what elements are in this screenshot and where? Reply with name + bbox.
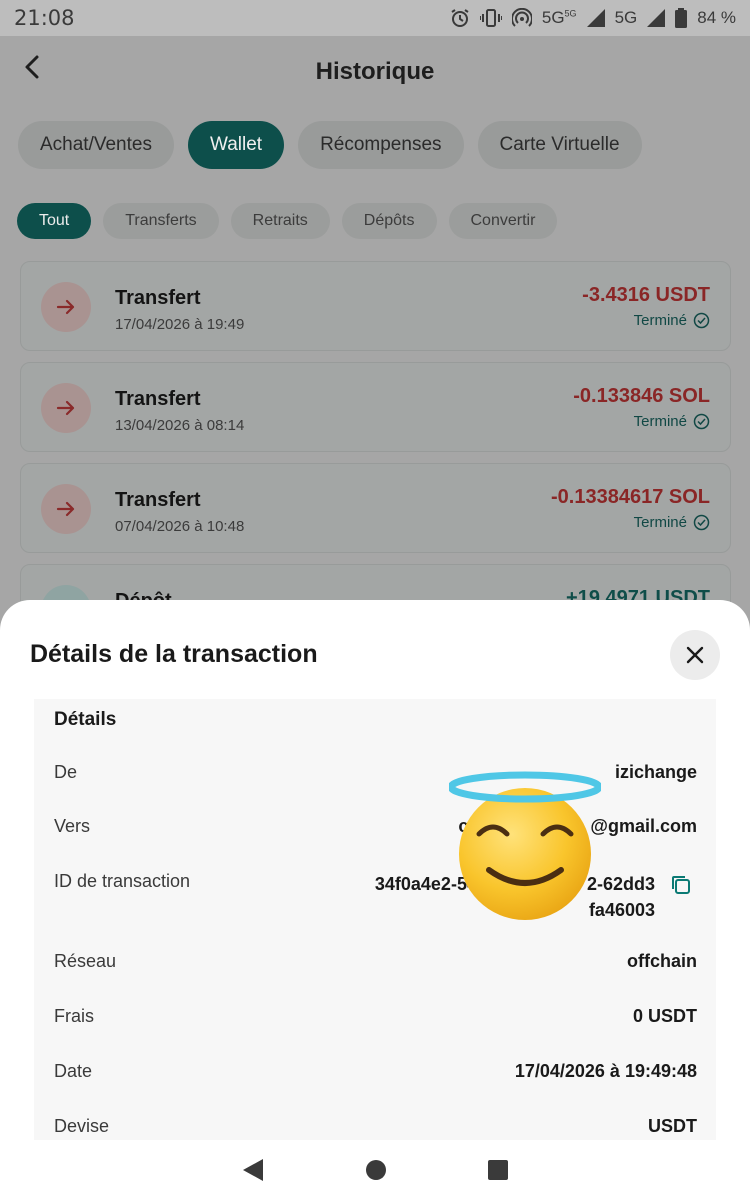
network-label-2: 5G	[614, 8, 638, 27]
transaction-amount: -0.13384617 SOL	[551, 486, 710, 508]
transaction-status: Terminé	[634, 514, 710, 531]
signal-icon	[647, 9, 666, 27]
status-bar: 21:08 5G5G 5G 84 %	[0, 0, 750, 36]
filter-tout[interactable]: Tout	[17, 203, 92, 239]
smiling-face-with-halo-emoji	[449, 771, 601, 920]
transaction-date: 07/04/2026 à 10:48	[115, 518, 245, 535]
arrow-right-icon	[56, 400, 75, 416]
sheet-title: Détails de la transaction	[30, 640, 318, 668]
status-time: 21:08	[14, 6, 75, 30]
transfer-icon-circle	[41, 383, 91, 433]
arrow-right-icon	[56, 299, 75, 315]
check-circle-icon	[693, 312, 710, 329]
status-label: Terminé	[633, 514, 687, 531]
details-heading: Détails	[54, 709, 117, 730]
transaction-card[interactable]: Transfert 17/04/2026 à 19:49 -3.4316 USD…	[20, 261, 731, 351]
detail-label: Vers	[54, 816, 91, 836]
close-button[interactable]	[670, 630, 720, 680]
transaction-amount: -3.4316 USDT	[582, 284, 710, 306]
status-label: Terminé	[633, 312, 687, 329]
copy-icon[interactable]	[669, 873, 693, 897]
transfer-icon-circle	[41, 282, 91, 332]
vibrate-icon	[479, 9, 502, 27]
transaction-name: Transfert	[115, 388, 201, 410]
alarm-icon	[451, 9, 469, 27]
transaction-card[interactable]: Transfert 13/04/2026 à 08:14 -0.133846 S…	[20, 362, 731, 452]
detail-label: Réseau	[54, 951, 117, 971]
transaction-status: Terminé	[634, 413, 710, 430]
transaction-details-sheet: Détails de la transaction Détails De izi…	[0, 600, 750, 1140]
status-icons: 5G5G 5G 84 %	[450, 8, 736, 28]
tab-wallet[interactable]: Wallet	[187, 121, 285, 169]
system-nav-bar	[0, 1140, 750, 1200]
detail-value: 17/04/2026 à 19:49:48	[514, 1061, 697, 1081]
battery-icon	[675, 8, 688, 28]
status-label: Terminé	[633, 413, 687, 430]
hotspot-icon	[511, 8, 532, 27]
detail-label: Frais	[54, 1006, 94, 1026]
filter-retraits[interactable]: Retraits	[230, 203, 330, 239]
transaction-amount: -0.133846 SOL	[573, 385, 710, 407]
check-circle-icon	[693, 514, 710, 531]
transaction-date: 13/04/2026 à 08:14	[115, 417, 245, 434]
tab-recompenses[interactable]: Récompenses	[298, 121, 464, 169]
transaction-card[interactable]: Transfert 07/04/2026 à 10:48 -0.13384617…	[20, 463, 731, 553]
transaction-name: Transfert	[115, 489, 201, 511]
tab-carte-virtuelle[interactable]: Carte Virtuelle	[477, 121, 642, 169]
detail-value: USDT	[648, 1116, 697, 1136]
tab-achat-ventes[interactable]: Achat/Ventes	[18, 121, 174, 169]
details-card: Détails De izichange Vers c @gmail.com ID…	[34, 699, 716, 1140]
transaction-status: Terminé	[634, 312, 710, 329]
category-tabs: Achat/Ventes Wallet Récompenses Carte Vi…	[18, 121, 642, 169]
filter-chips: Tout Transferts Retraits Dépôts Converti…	[17, 203, 558, 239]
detail-value: izichange	[614, 762, 697, 782]
transaction-date: 17/04/2026 à 19:49	[115, 316, 245, 333]
header: Historique	[0, 36, 750, 106]
battery-level: 84 %	[697, 8, 736, 27]
nav-back-icon[interactable]	[241, 1157, 265, 1183]
transaction-name: Transfert	[115, 287, 201, 309]
filter-convertir[interactable]: Convertir	[448, 203, 558, 239]
page-title: Historique	[315, 58, 435, 85]
arrow-right-icon	[56, 501, 75, 517]
network-label-1: 5G5G	[541, 8, 577, 27]
filter-depots[interactable]: Dépôts	[341, 203, 437, 239]
nav-home-icon[interactable]	[365, 1159, 387, 1181]
close-icon	[686, 646, 704, 664]
signal-icon	[586, 9, 605, 27]
filter-transferts[interactable]: Transferts	[103, 203, 219, 239]
check-circle-icon	[693, 413, 710, 430]
nav-recents-icon[interactable]	[487, 1159, 509, 1181]
detail-label: Devise	[54, 1116, 110, 1136]
detail-value: offchain	[627, 951, 697, 971]
detail-label: De	[54, 762, 78, 782]
detail-label: Date	[54, 1061, 93, 1081]
detail-value: 0 USDT	[632, 1006, 697, 1026]
detail-label: ID de transaction	[54, 871, 191, 891]
transfer-icon-circle	[41, 484, 91, 534]
